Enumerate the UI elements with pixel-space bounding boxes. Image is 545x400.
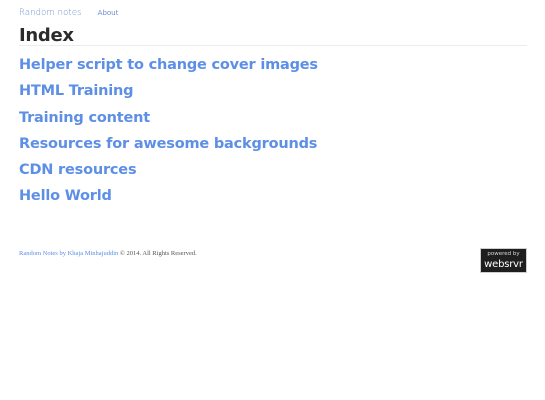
post-item: Helper script to change cover images — [19, 54, 318, 80]
nav-brand-link[interactable]: Random notes — [19, 8, 82, 18]
post-link-training-content[interactable]: Training content — [19, 110, 150, 126]
footer-author-link[interactable]: Random Notes by Khaja Minhajuddin — [19, 250, 118, 257]
post-item: HTML Training — [19, 80, 318, 106]
nav-about-link[interactable]: About — [98, 9, 119, 17]
footer: Random Notes by Khaja Minhajuddin © 2014… — [19, 250, 197, 257]
post-item: Training content — [19, 107, 318, 133]
post-link-cdn-resources[interactable]: CDN resources — [19, 162, 137, 178]
title-divider — [19, 45, 527, 46]
badge-powered-by-label: powered by — [487, 251, 520, 257]
page-title: Index — [19, 25, 74, 46]
post-link-helper-script[interactable]: Helper script to change cover images — [19, 57, 318, 73]
post-item: CDN resources — [19, 159, 318, 185]
post-link-backgrounds[interactable]: Resources for awesome backgrounds — [19, 136, 317, 152]
top-nav: Random notes About — [19, 8, 118, 20]
post-item: Hello World — [19, 185, 318, 211]
post-list: Helper script to change cover images HTM… — [19, 54, 318, 212]
post-link-html-training[interactable]: HTML Training — [19, 83, 134, 99]
footer-copyright: © 2014. All Rights Reserved. — [119, 250, 197, 257]
powered-by-badge[interactable]: powered by websrvr — [480, 248, 527, 273]
badge-brand-label: websrvr — [484, 259, 523, 270]
post-link-hello-world[interactable]: Hello World — [19, 188, 112, 204]
post-item: Resources for awesome backgrounds — [19, 133, 318, 159]
